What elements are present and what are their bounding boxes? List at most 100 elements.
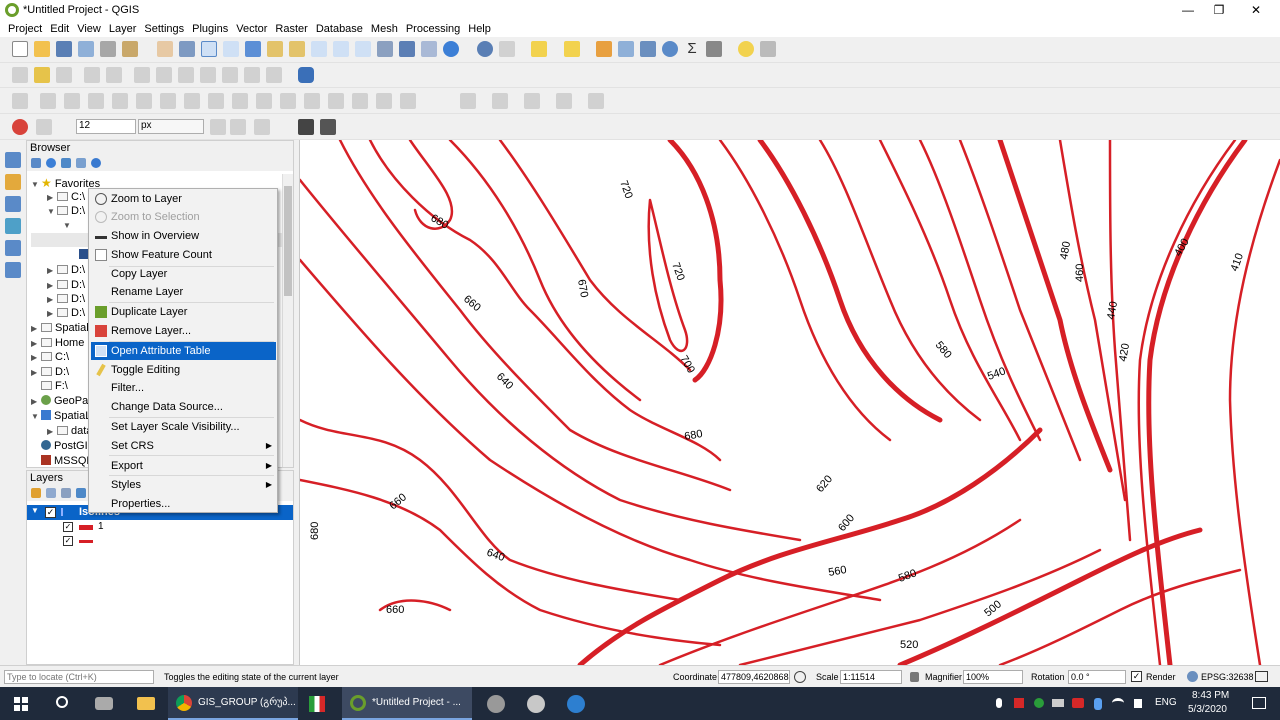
render-checkbox[interactable]: ✓ bbox=[1131, 671, 1142, 682]
snap-mode-icon[interactable] bbox=[36, 119, 52, 135]
processing-toolbox-icon[interactable] bbox=[662, 41, 678, 57]
measure-icon[interactable] bbox=[706, 41, 722, 57]
shape-rect-icon[interactable] bbox=[524, 93, 540, 109]
add-part-icon[interactable] bbox=[136, 93, 152, 109]
merge-attributes-icon[interactable] bbox=[352, 93, 368, 109]
expand-arrow-icon[interactable]: ▶ bbox=[47, 307, 57, 321]
expand-arrow-icon[interactable]: ▶ bbox=[31, 322, 41, 336]
zoom-out-icon[interactable] bbox=[223, 41, 239, 57]
save-as-icon[interactable] bbox=[78, 41, 94, 57]
select-by-value-icon[interactable] bbox=[564, 41, 580, 57]
new-map-view-icon[interactable] bbox=[377, 41, 393, 57]
globe-icon[interactable] bbox=[1187, 671, 1198, 682]
move-feature-icon[interactable] bbox=[40, 93, 56, 109]
menu-processing[interactable]: Processing bbox=[402, 23, 464, 35]
menu-layer[interactable]: Layer bbox=[105, 23, 141, 35]
map-canvas[interactable]: 720 680 720 670 660 700 640 680 480 460 … bbox=[299, 140, 1280, 665]
identify-icon[interactable] bbox=[477, 41, 493, 57]
add-delimited-text-icon[interactable] bbox=[5, 218, 21, 234]
menu-view[interactable]: View bbox=[73, 23, 105, 35]
snap-tolerance-input[interactable]: 12 bbox=[76, 119, 136, 134]
add-selected-layers-icon[interactable] bbox=[31, 158, 41, 168]
simplify-icon[interactable] bbox=[88, 93, 104, 109]
browser-item[interactable]: ▶ D:\ bbox=[31, 365, 69, 379]
add-group-icon[interactable] bbox=[46, 488, 56, 498]
browser-item[interactable]: ▶ D:\ bbox=[47, 263, 85, 277]
delete-ring-icon[interactable] bbox=[184, 93, 200, 109]
zoom-full-icon[interactable] bbox=[245, 41, 261, 57]
rotate-symbols-icon[interactable] bbox=[376, 93, 392, 109]
scrollbar-thumb[interactable] bbox=[284, 186, 292, 296]
delete-selected-icon[interactable] bbox=[134, 67, 150, 83]
menu-item-zoom-to-layer[interactable]: Zoom to Layer bbox=[91, 190, 276, 208]
coordinate-toggle-icon[interactable] bbox=[794, 671, 806, 683]
start-button[interactable] bbox=[8, 687, 38, 720]
zoom-in-icon[interactable] bbox=[201, 41, 217, 57]
add-raster-layer-icon[interactable] bbox=[5, 196, 21, 212]
tray-app-icon-2[interactable] bbox=[1034, 698, 1044, 708]
locate-search-input[interactable]: Type to locate (Ctrl+K) bbox=[4, 670, 154, 684]
expand-arrow-icon[interactable]: ▼ bbox=[63, 219, 73, 233]
avoid-overlap-icon[interactable] bbox=[254, 119, 270, 135]
battery-icon[interactable] bbox=[1052, 699, 1064, 707]
menu-item-show-in-overview[interactable]: Show in Overview bbox=[91, 227, 276, 245]
pan-icon[interactable] bbox=[157, 41, 173, 57]
clock[interactable]: 8:43 PM 5/3/2020 bbox=[1180, 687, 1240, 720]
expand-arrow-icon[interactable]: ▼ bbox=[31, 178, 41, 192]
expand-arrow-icon[interactable]: ▼ bbox=[31, 410, 41, 424]
redo-icon[interactable] bbox=[244, 67, 260, 83]
notifications-button[interactable] bbox=[1244, 687, 1274, 720]
taskbar-chrome[interactable]: GIS_GROUP (გრუპ... bbox=[168, 687, 298, 720]
taskbar-explorer[interactable] bbox=[132, 687, 162, 720]
delete-part-icon[interactable] bbox=[208, 93, 224, 109]
digitize-trace-icon[interactable] bbox=[12, 93, 28, 109]
shape-ellipse-icon[interactable] bbox=[492, 93, 508, 109]
split-features-icon[interactable] bbox=[280, 93, 296, 109]
zoom-native-icon[interactable] bbox=[311, 41, 327, 57]
taskbar-camera[interactable] bbox=[90, 687, 120, 720]
expand-arrow-icon[interactable]: ▶ bbox=[31, 351, 41, 365]
menu-item-duplicate-layer[interactable]: Duplicate Layer bbox=[91, 303, 276, 321]
menu-database[interactable]: Database bbox=[312, 23, 367, 35]
copy-features-icon[interactable] bbox=[178, 67, 194, 83]
language-indicator[interactable]: ENG bbox=[1155, 697, 1177, 708]
attribute-table-icon[interactable] bbox=[618, 41, 634, 57]
properties-icon[interactable] bbox=[91, 158, 101, 168]
expand-arrow-icon[interactable]: ▶ bbox=[31, 366, 41, 380]
browser-item[interactable]: ▶ C:\ bbox=[31, 350, 69, 364]
refresh-browser-icon[interactable] bbox=[46, 158, 56, 168]
refresh-icon[interactable] bbox=[443, 41, 459, 57]
messages-icon[interactable] bbox=[1255, 671, 1268, 682]
map-tips-icon[interactable] bbox=[738, 41, 754, 57]
browser-item[interactable]: ▼ D:\ bbox=[47, 204, 85, 218]
expand-arrow-icon[interactable]: ▶ bbox=[31, 395, 41, 409]
menu-item-zoom-to-selection[interactable]: Zoom to Selection bbox=[91, 208, 276, 226]
manage-visibility-icon[interactable] bbox=[61, 488, 71, 498]
browser-item[interactable]: PostGIS bbox=[31, 439, 95, 453]
menu-raster[interactable]: Raster bbox=[271, 23, 311, 35]
menu-mesh[interactable]: Mesh bbox=[367, 23, 402, 35]
browser-item[interactable]: F:\ bbox=[31, 379, 68, 393]
menu-item-remove-layer[interactable]: Remove Layer... bbox=[91, 322, 276, 340]
pan-to-selection-icon[interactable] bbox=[179, 41, 195, 57]
browser-item[interactable]: ▶ Home bbox=[31, 336, 84, 350]
menu-item-styles[interactable]: Styles ▶ bbox=[91, 476, 276, 494]
save-edits-icon[interactable] bbox=[56, 67, 72, 83]
menu-item-filter[interactable]: Filter... bbox=[91, 379, 276, 397]
text-annotation-icon[interactable] bbox=[760, 41, 776, 57]
tray-app-icon-3[interactable] bbox=[1072, 698, 1084, 708]
volume-button[interactable] bbox=[1130, 687, 1150, 720]
rotation-field[interactable]: 0.0 ° bbox=[1068, 670, 1126, 684]
close-button[interactable]: ✕ bbox=[1238, 0, 1274, 20]
zoom-last-icon[interactable] bbox=[333, 41, 349, 57]
select-features-icon[interactable] bbox=[531, 41, 547, 57]
menu-item-rename-layer[interactable]: Rename Layer bbox=[91, 283, 276, 301]
deselect-icon[interactable] bbox=[596, 41, 612, 57]
expand-arrow-icon[interactable]: ▼ bbox=[47, 205, 57, 219]
zoom-next-icon[interactable] bbox=[355, 41, 371, 57]
reshape-icon[interactable] bbox=[232, 93, 248, 109]
filter-legend-icon[interactable] bbox=[76, 488, 86, 498]
menu-edit[interactable]: Edit bbox=[46, 23, 73, 35]
data-source-manager-icon[interactable] bbox=[5, 152, 21, 168]
lock-icon[interactable] bbox=[910, 672, 919, 682]
